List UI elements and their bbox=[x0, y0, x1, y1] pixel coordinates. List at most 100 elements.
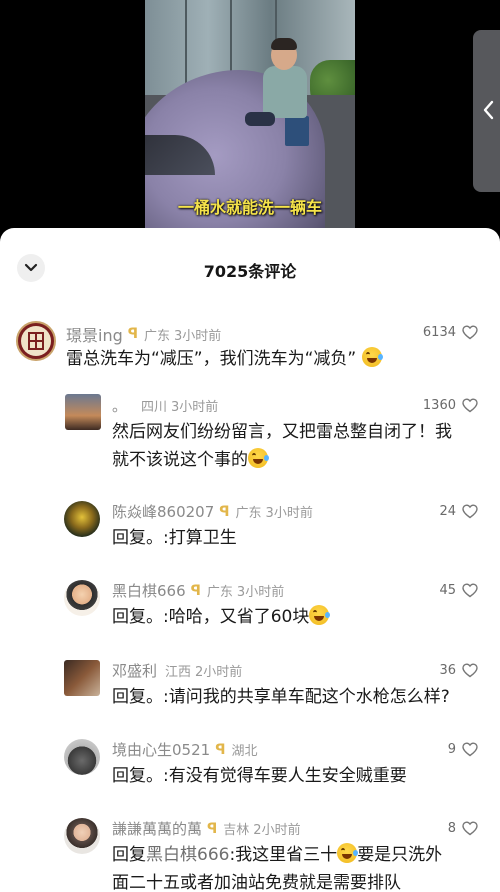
location: 江西 bbox=[165, 665, 192, 680]
video-subtitle: 一桶水就能洗一辆车 bbox=[177, 198, 322, 217]
heart-outline-icon bbox=[462, 742, 478, 757]
video-area[interactable]: 一桶水就能洗一辆车 bbox=[0, 0, 500, 240]
user-name[interactable]: 璟景ing bbox=[66, 322, 123, 346]
like-count: 36 bbox=[439, 663, 456, 678]
user-name[interactable]: 謙謙萬萬的萬 bbox=[112, 818, 202, 839]
comment-content-line: 然后网友们纷纷留言，又把雷总整自闭了！我 bbox=[112, 422, 452, 442]
avatar[interactable] bbox=[64, 660, 100, 696]
avatar[interactable] bbox=[64, 739, 100, 775]
comment-content: :哈哈，又省了60块 bbox=[163, 607, 310, 627]
side-panel-tab[interactable] bbox=[473, 30, 500, 192]
person-legs bbox=[285, 116, 309, 146]
comments-header: 7025条评论 bbox=[0, 228, 500, 308]
comment-content: 要是只洗外 bbox=[357, 845, 443, 865]
location: 广东 bbox=[144, 328, 171, 344]
person-hair bbox=[271, 38, 297, 50]
comment-count-title: 7025条评论 bbox=[203, 262, 297, 281]
avatar[interactable] bbox=[16, 321, 56, 361]
heart-outline-icon bbox=[462, 504, 478, 519]
comment-meta: 謙謙萬萬的萬 ꟼ 吉林 2小时前 bbox=[112, 818, 301, 839]
avatar[interactable] bbox=[64, 501, 100, 537]
like-button[interactable]: 6134 bbox=[423, 325, 478, 340]
heart-outline-icon bbox=[462, 398, 478, 413]
comment-content: :请问我的共享单车配这个水枪怎么样? bbox=[163, 687, 450, 707]
user-name[interactable]: 黑白棋666 bbox=[112, 580, 186, 601]
comment-text: 回复。:有没有觉得车要人生安全贼重要 bbox=[112, 762, 488, 790]
reply-target-name[interactable]: 黑白棋666 bbox=[146, 845, 229, 865]
timestamp: 3小时前 bbox=[171, 400, 219, 415]
reply-prefix: 回复。 bbox=[112, 607, 163, 627]
creator-badge-icon: ꟼ bbox=[219, 503, 230, 520]
timestamp: 2小时前 bbox=[253, 823, 301, 838]
user-name[interactable]: 境由心生0521 bbox=[112, 739, 210, 760]
reply-prefix: 回复 bbox=[112, 845, 146, 865]
laugh-cry-emoji-icon bbox=[337, 843, 359, 863]
like-count: 24 bbox=[439, 504, 456, 519]
comment-content: 雷总洗车为“减压”，我们洗车为“减负” bbox=[66, 349, 357, 369]
comment-text: 回复。:打算卫生 bbox=[112, 524, 488, 552]
seal-avatar-icon bbox=[21, 326, 51, 356]
laugh-cry-emoji-icon bbox=[361, 347, 383, 367]
like-button[interactable]: 24 bbox=[439, 504, 478, 519]
timestamp: 3小时前 bbox=[174, 328, 222, 344]
creator-badge-icon: ꟼ bbox=[127, 326, 139, 342]
like-count: 8 bbox=[447, 821, 456, 836]
user-name[interactable]: 。 bbox=[112, 395, 127, 416]
timestamp: 3小时前 bbox=[236, 585, 285, 600]
timestamp: 3小时前 bbox=[265, 506, 313, 521]
chevron-left-icon bbox=[482, 100, 494, 125]
comment-text: 雷总洗车为“减压”，我们洗车为“减负” bbox=[66, 345, 486, 373]
comment-meta: 境由心生0521 ꟼ 湖北 bbox=[112, 739, 261, 760]
comment-meta: 黑白棋666 ꟼ 广东 3小时前 bbox=[112, 580, 284, 601]
like-button[interactable]: 9 bbox=[448, 742, 478, 757]
timestamp: 2小时前 bbox=[195, 665, 243, 680]
heart-outline-icon bbox=[462, 821, 478, 836]
user-name[interactable]: 陈焱峰860207 bbox=[112, 501, 214, 522]
comments-sheet: 7025条评论 璟景ing ꟼ 广东 3小时前 6134 雷总洗车为“减压”，我… bbox=[0, 228, 500, 892]
comment-text: 回复。:请问我的共享单车配这个水枪怎么样? bbox=[112, 683, 488, 711]
comment-content: :打算卫生 bbox=[163, 528, 237, 548]
creator-badge-icon: ꟼ bbox=[215, 741, 226, 758]
avatar[interactable] bbox=[64, 580, 100, 616]
comment-meta: 陈焱峰860207 ꟼ 广东 3小时前 bbox=[112, 501, 313, 522]
towel bbox=[245, 112, 275, 126]
comment-content: 就不该说这个事的 bbox=[112, 450, 248, 470]
comment-text: 回复黑白棋666:我这里省三十 要是只洗外 面二十五或者加油站免费就是需要排队 bbox=[112, 841, 488, 892]
car-window bbox=[145, 135, 215, 175]
like-button[interactable]: 1360 bbox=[423, 398, 478, 413]
comment-meta: 邓盛利 江西 2小时前 bbox=[112, 660, 242, 681]
reply-prefix: 回复。 bbox=[112, 766, 163, 786]
heart-outline-icon bbox=[462, 583, 478, 598]
heart-outline-icon bbox=[462, 325, 478, 340]
location: 广东 bbox=[235, 506, 262, 521]
comment-content: :有没有觉得车要人生安全贼重要 bbox=[163, 766, 407, 786]
person-body bbox=[263, 66, 307, 118]
comment-meta: 。 四川 3小时前 bbox=[112, 395, 218, 416]
location: 湖北 bbox=[231, 744, 258, 759]
location: 吉林 bbox=[223, 823, 250, 838]
reply-prefix: 回复。 bbox=[112, 528, 163, 548]
comment-content-line: 就不该说这个事的 bbox=[112, 446, 488, 474]
user-name[interactable]: 邓盛利 bbox=[112, 660, 157, 681]
like-count: 1360 bbox=[422, 398, 456, 413]
comment-content: :我这里省三十 bbox=[229, 845, 338, 865]
comment-text: 然后网友们纷纷留言，又把雷总整自闭了！我 就不该说这个事的 bbox=[112, 418, 488, 474]
comment-content-line: 回复黑白棋666:我这里省三十 要是只洗外 bbox=[112, 841, 488, 869]
reply-prefix: 回复。 bbox=[112, 687, 163, 707]
like-count: 9 bbox=[447, 742, 456, 757]
comment-content-line: 面二十五或者加油站免费就是需要排队 bbox=[112, 873, 401, 892]
like-count: 45 bbox=[439, 583, 456, 598]
avatar[interactable] bbox=[65, 394, 101, 430]
laugh-cry-emoji-icon bbox=[248, 448, 269, 468]
creator-badge-icon: ꟼ bbox=[207, 820, 218, 837]
creator-badge-icon: ꟼ bbox=[190, 582, 201, 599]
comment-text: 回复。:哈哈，又省了60块 bbox=[112, 603, 488, 631]
like-button[interactable]: 8 bbox=[448, 821, 478, 836]
laugh-cry-emoji-icon bbox=[309, 605, 331, 625]
location: 四川 bbox=[141, 400, 168, 415]
like-button[interactable]: 45 bbox=[439, 583, 478, 598]
avatar[interactable] bbox=[64, 818, 100, 854]
comment-meta: 璟景ing ꟼ 广东 3小时前 bbox=[66, 322, 221, 346]
location: 广东 bbox=[206, 585, 233, 600]
like-button[interactable]: 36 bbox=[439, 663, 478, 678]
